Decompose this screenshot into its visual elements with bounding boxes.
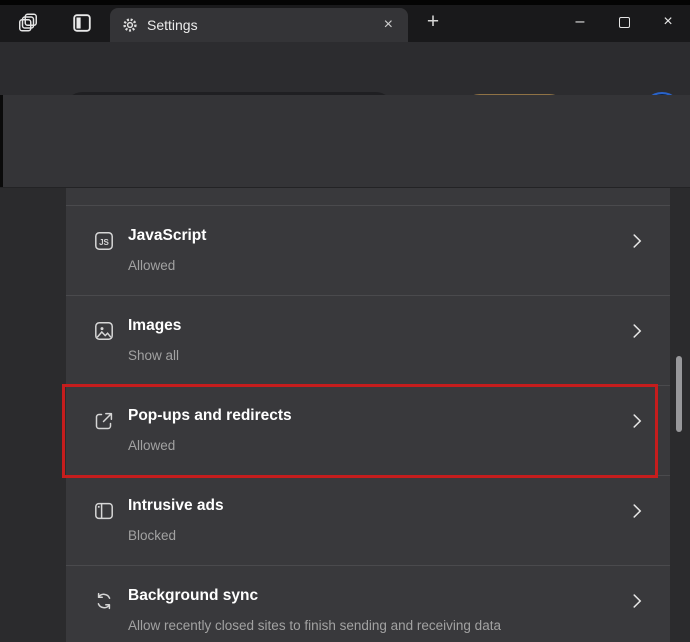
workspaces-icon[interactable] (16, 11, 40, 35)
row-subtitle: Show all (128, 348, 180, 363)
list-item-intrusive-ads[interactable]: Intrusive ads Blocked (66, 475, 670, 565)
scrollbar-thumb[interactable] (676, 356, 682, 432)
list-item-popups-and-redirects[interactable]: Pop-ups and redirects Allowed (66, 385, 670, 475)
list-item-images[interactable]: Images Show all (66, 295, 670, 385)
settings-header: Settings (0, 95, 690, 255)
svg-text:JS: JS (99, 238, 109, 247)
tab-settings[interactable]: Settings × (110, 8, 408, 42)
chevron-right-icon (626, 500, 648, 522)
tab-title: Settings (147, 17, 198, 33)
row-subtitle: Blocked (128, 528, 177, 543)
row-title: Intrusive ads (128, 497, 224, 514)
tab-actions-menu-icon[interactable] (70, 11, 94, 35)
javascript-icon: JS (92, 229, 116, 253)
window-controls: – × (558, 5, 690, 41)
browser-window: Settings × + – × Edge | edge://se (0, 0, 690, 642)
row-title: JavaScript (128, 227, 207, 244)
tab-close-icon[interactable]: × (381, 17, 396, 33)
maximize-icon (618, 16, 630, 28)
row-title: Pop-ups and redirects (128, 407, 292, 424)
maximize-button[interactable] (602, 5, 646, 39)
row-subtitle: Allowed (128, 438, 176, 453)
chevron-right-icon (626, 410, 648, 432)
chevron-right-icon (626, 230, 648, 252)
row-title: Images (128, 317, 182, 334)
settings-content: JS JavaScript Allowed Images Show all Po… (0, 188, 690, 642)
chevron-right-icon (626, 590, 648, 612)
chevron-right-icon (626, 320, 648, 342)
row-title: Background sync (128, 587, 259, 604)
tab-gear-icon (122, 17, 138, 33)
tab-strip: Settings × + – × (0, 0, 690, 42)
list-item-background-sync[interactable]: Background sync Allow recently closed si… (66, 565, 670, 642)
intrusive-ads-icon (92, 499, 116, 523)
images-icon (92, 319, 116, 343)
background-sync-icon (92, 589, 116, 613)
permissions-list: JS JavaScript Allowed Images Show all Po… (66, 188, 670, 642)
new-tab-button[interactable]: + (418, 9, 448, 35)
list-item-javascript[interactable]: JS JavaScript Allowed (66, 205, 670, 295)
close-button[interactable]: × (646, 5, 690, 39)
row-subtitle: Allow recently closed sites to finish se… (128, 618, 501, 633)
toolbar: Edge | edge://settings/con... ☆+ Sign in… (0, 42, 690, 132)
minimize-button[interactable]: – (558, 5, 602, 39)
popups-icon (92, 409, 116, 433)
row-subtitle: Allowed (128, 258, 176, 273)
